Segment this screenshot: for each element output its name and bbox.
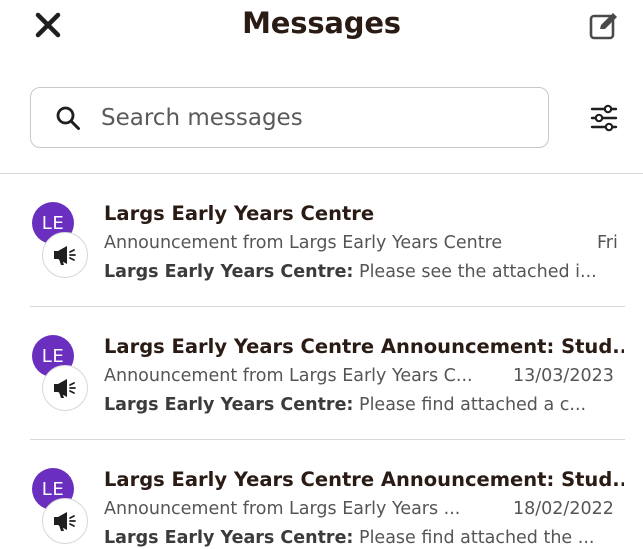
page-title: Messages [242,6,401,40]
megaphone-icon [54,246,76,265]
message-date: 13/03/2023 [513,366,614,386]
message-title: Largs Early Years Centre Announcement: S… [104,335,624,358]
filter-button[interactable] [586,101,622,135]
message-sender: Largs Early Years Centre: [104,395,354,415]
message-subtitle: Announcement from Largs Early Years Cent… [104,233,503,253]
megaphone-icon [54,379,76,398]
message-preview: Largs Early Years Centre: Please see the… [104,262,624,282]
message-preview-text: Please find attached a c... [359,395,587,415]
message-subtitle: Announcement from Largs Early Years C... [104,366,473,386]
message-sender: Largs Early Years Centre: [104,262,354,282]
megaphone-icon [54,512,76,531]
message-date: Fri [597,233,618,253]
announcement-badge [42,498,88,544]
message-preview-text: Please find attached the ... [359,528,595,548]
announcement-badge [42,232,88,278]
announcement-badge [42,365,88,411]
compose-button[interactable] [586,8,622,44]
header-bar: Messages [0,0,643,56]
compose-icon [589,13,617,40]
message-sender: Largs Early Years Centre: [104,528,354,548]
filter-sliders-icon [590,104,618,132]
message-date: 18/02/2022 [513,499,614,519]
search-input[interactable] [101,104,501,131]
search-icon [56,106,80,130]
message-item[interactable]: LE Largs Early Years Centre Announcement… [0,440,643,549]
message-subtitle: Announcement from Largs Early Years ... [104,499,461,519]
search-field[interactable] [30,87,549,148]
message-title: Largs Early Years Centre Announcement: S… [104,468,624,491]
message-preview-text: Please see the attached i... [359,262,597,282]
message-item[interactable]: LE Largs Early Years Centre Announcement… [0,307,643,440]
message-item[interactable]: LE Largs Early Years Centre Announcement… [0,174,643,307]
message-list: LE Largs Early Years Centre Announcement… [0,174,643,549]
message-preview: Largs Early Years Centre: Please find at… [104,528,624,548]
message-title: Largs Early Years Centre [104,202,375,225]
message-preview: Largs Early Years Centre: Please find at… [104,395,624,415]
